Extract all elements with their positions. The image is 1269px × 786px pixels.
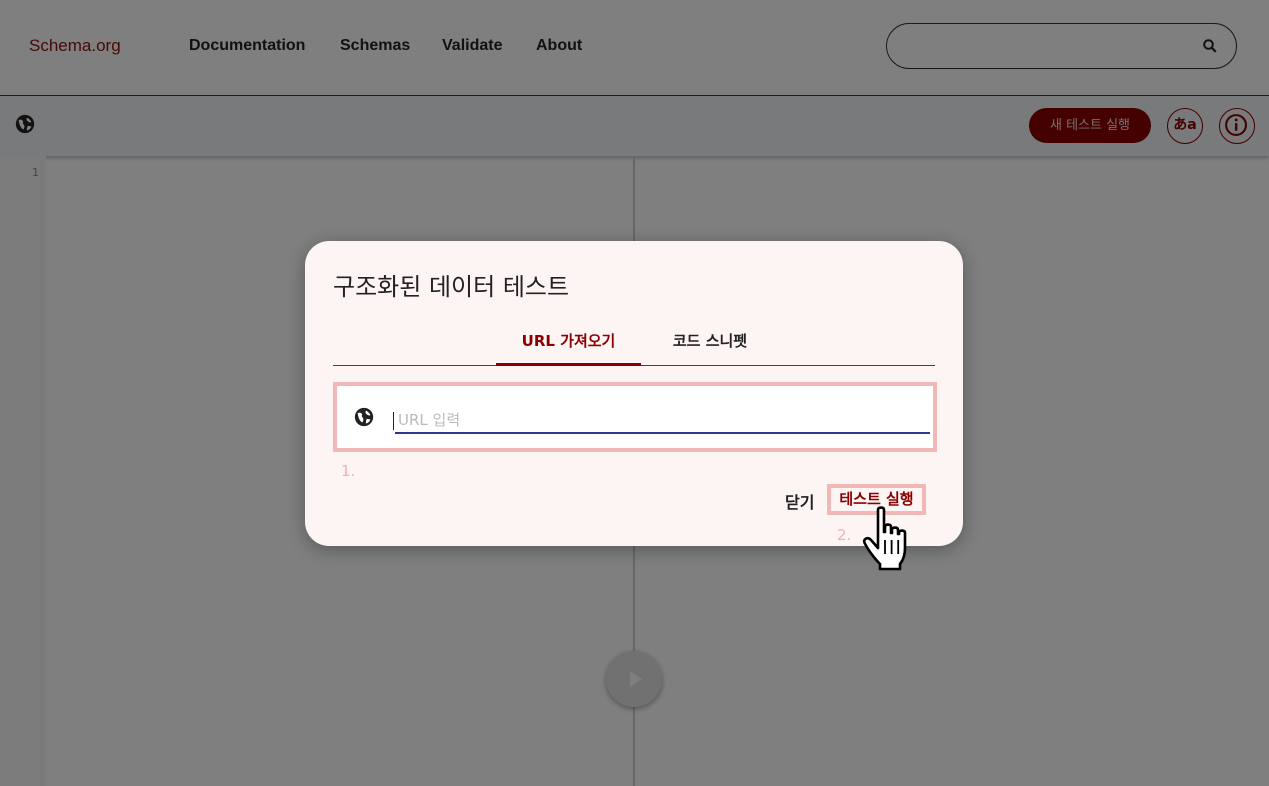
text-caret xyxy=(393,412,394,430)
step-1-label: 1. xyxy=(341,462,356,480)
globe-icon xyxy=(354,407,374,427)
tab-code-snippet[interactable]: 코드 스니펫 xyxy=(655,330,765,351)
dialog-title: 구조화된 데이터 테스트 xyxy=(333,273,570,301)
step-2-label: 2. xyxy=(837,526,852,544)
active-tab-indicator xyxy=(496,363,641,366)
url-input-highlight xyxy=(333,382,937,452)
hand-pointer-cursor-icon xyxy=(862,506,907,571)
structured-data-test-dialog: 구조화된 데이터 테스트 URL 가져오기 코드 스니펫 1. 닫기 테스트 실… xyxy=(305,241,963,546)
close-button[interactable]: 닫기 xyxy=(785,489,814,513)
url-input[interactable] xyxy=(395,408,930,434)
tab-fetch-url[interactable]: URL 가져오기 xyxy=(496,330,641,351)
